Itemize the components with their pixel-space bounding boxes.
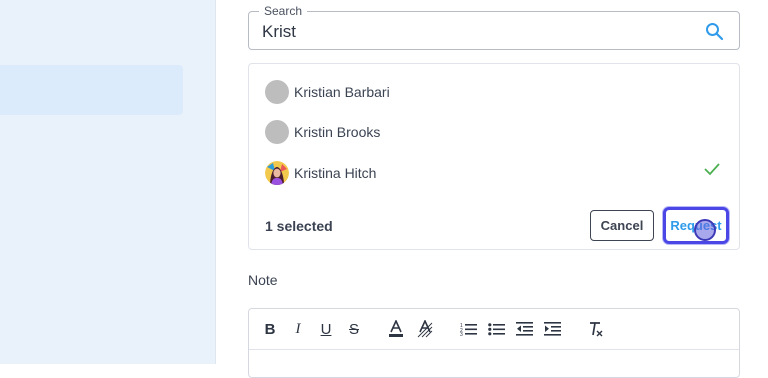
avatar (265, 80, 289, 104)
strikethrough-icon[interactable]: S (345, 319, 363, 339)
underline-icon[interactable]: U (317, 319, 335, 339)
note-label: Note (248, 272, 278, 288)
option-kristian-barbari[interactable]: Kristian Barbari (265, 79, 390, 105)
avatar (265, 161, 289, 185)
cancel-button[interactable]: Cancel (590, 210, 654, 241)
text-color-icon[interactable] (387, 319, 405, 339)
outdent-icon[interactable] (515, 319, 533, 339)
user-picker-dropdown: Kristian Barbari Kristin Brooks Kristina… (248, 63, 740, 250)
sidebar (0, 0, 216, 364)
option-label: Kristin Brooks (294, 124, 381, 140)
indent-icon[interactable] (543, 319, 561, 339)
search-field[interactable]: Search Krist (248, 5, 740, 50)
option-kristina-hitch[interactable]: Kristina Hitch (265, 160, 376, 186)
selected-count: 1 selected (265, 218, 333, 234)
search-input[interactable]: Krist (262, 22, 296, 42)
italic-icon[interactable]: I (289, 319, 307, 339)
option-label: Kristian Barbari (294, 84, 390, 100)
search-icon[interactable] (705, 22, 724, 41)
bullet-list-icon[interactable] (487, 319, 505, 339)
sidebar-item-active[interactable] (0, 65, 183, 115)
bold-icon[interactable]: B (261, 319, 279, 339)
checkmark-icon (703, 162, 721, 176)
option-label: Kristina Hitch (294, 165, 377, 181)
svg-text:3: 3 (460, 332, 463, 336)
note-editor[interactable]: B I U S 1 2 3 (248, 308, 740, 378)
avatar (265, 120, 289, 144)
ordered-list-icon[interactable]: 1 2 3 (459, 319, 477, 339)
highlight-icon[interactable] (416, 319, 434, 339)
clear-format-icon[interactable] (587, 319, 605, 339)
search-label: Search (259, 5, 308, 18)
option-kristin-brooks[interactable]: Kristin Brooks (265, 119, 380, 145)
editor-toolbar: B I U S 1 2 3 (249, 309, 739, 350)
request-button[interactable]: Request (663, 207, 729, 244)
